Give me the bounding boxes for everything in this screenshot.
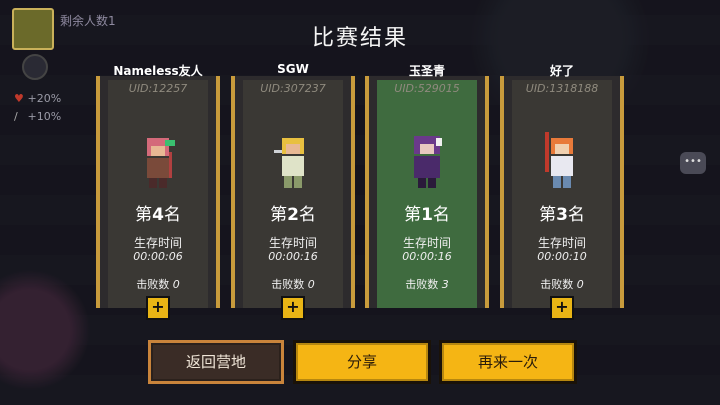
card-frame: [231, 76, 355, 308]
player-rank: 第4名: [135, 205, 181, 225]
hero-avatar-icon: [545, 132, 573, 188]
survive-label: 生存时间: [268, 236, 317, 250]
hero-avatar-icon: [414, 136, 442, 188]
add-friend-button[interactable]: +: [146, 296, 170, 320]
hud-stat-hp-value: +20%: [27, 92, 62, 105]
hud-item-slot: [22, 54, 48, 80]
heart-icon: ♥: [14, 92, 24, 105]
kill-count: 击败数 0: [540, 278, 584, 291]
kill-count: 击败数 3: [405, 278, 449, 291]
survive-time: 00:00:16: [268, 250, 318, 263]
player-card: 好了 UID:1318188 第3名 生存时间 00:00:10 击败数 0 +: [500, 64, 624, 320]
player-uid: UID:12257: [128, 82, 188, 95]
sword-icon: /: [14, 110, 18, 123]
player-name: SGW: [277, 62, 309, 76]
add-friend-button[interactable]: +: [550, 296, 574, 320]
player-uid: UID:307237: [260, 82, 326, 95]
player-name: Nameless友人: [113, 64, 203, 78]
survive-label: 生存时间: [537, 236, 586, 250]
kill-count: 击败数 0: [271, 278, 315, 291]
hud-stat-attack-value: +10%: [27, 110, 62, 123]
hud-stat-hp: ♥ +20%: [14, 92, 61, 105]
hero-avatar-icon: [274, 138, 304, 188]
card-frame: [365, 76, 489, 308]
survive-time: 00:00:16: [402, 250, 452, 263]
player-uid: UID:1318188: [525, 82, 599, 95]
card-frame: [500, 76, 624, 308]
player-name: 好了: [549, 64, 574, 78]
player-card: SGW UID:307237 第2名 生存时间 00:00:16 击败数 0 +: [231, 62, 355, 320]
player-card-winner: 玉圣青 UID:529015 第1名 生存时间 00:00:16 击败数 3: [365, 64, 489, 308]
player-rank: 第1名: [404, 205, 450, 225]
share-button[interactable]: 分享: [293, 340, 431, 384]
survive-label: 生存时间: [133, 236, 182, 250]
survive-label: 生存时间: [402, 236, 451, 250]
player-rank: 第2名: [270, 205, 316, 225]
player-name: 玉圣青: [408, 64, 445, 78]
player-uid: UID:529015: [394, 82, 460, 95]
chat-bubble-icon[interactable]: •••: [680, 152, 706, 174]
result-title: 比赛结果: [311, 26, 408, 51]
play-again-button[interactable]: 再来一次: [439, 340, 577, 384]
player-rank: 第3名: [539, 205, 585, 225]
hud-stat-attack: / +10%: [14, 110, 61, 123]
player-card: Nameless友人 UID:12257 第4名 生存时间 00:00:06 击…: [96, 64, 220, 320]
card-frame: [96, 76, 220, 308]
hero-avatar-icon: [147, 138, 175, 188]
add-friend-button[interactable]: +: [281, 296, 305, 320]
survive-time: 00:00:06: [133, 250, 183, 263]
return-camp-button[interactable]: 返回营地: [148, 340, 284, 384]
kill-count: 击败数 0: [136, 278, 180, 291]
survive-time: 00:00:10: [537, 250, 587, 263]
